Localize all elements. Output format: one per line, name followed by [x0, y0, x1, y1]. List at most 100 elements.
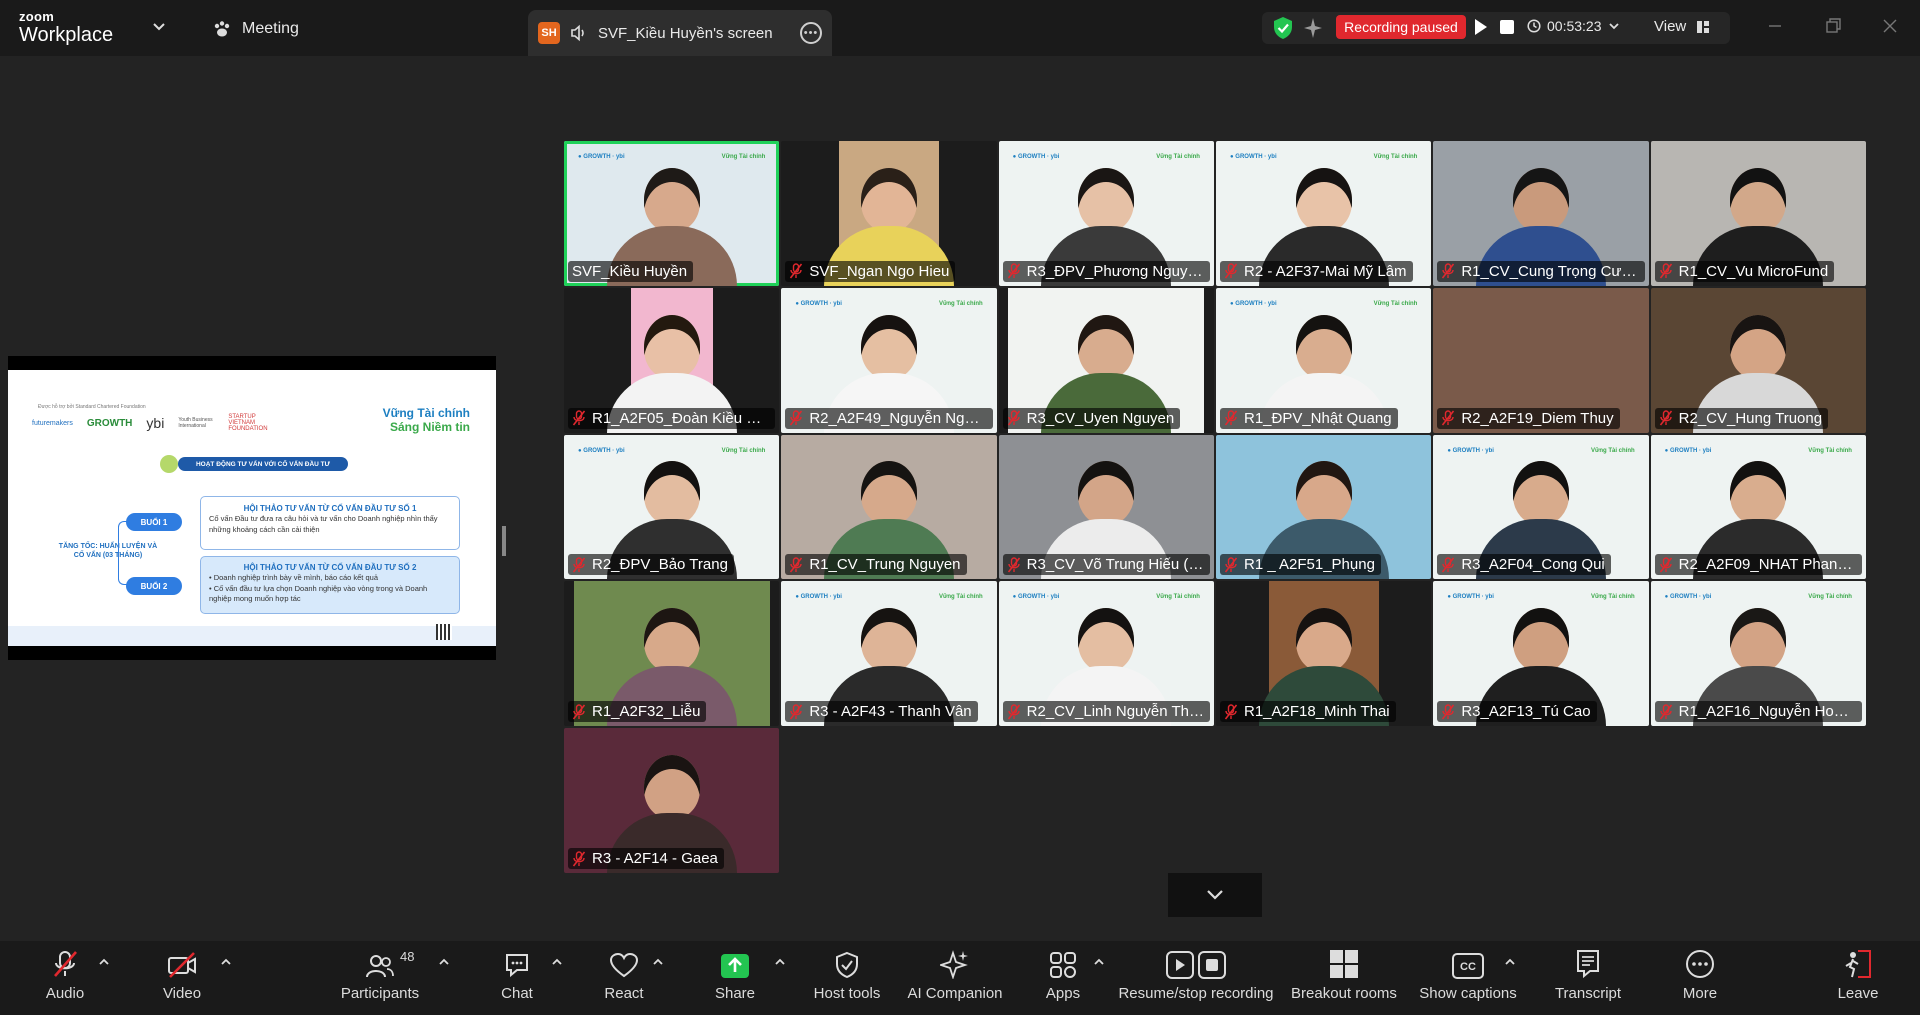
chat-button[interactable]: Chat	[498, 941, 536, 1015]
muted-microphone-icon	[790, 410, 803, 426]
shared-screen-view[interactable]: Được hỗ trợ bởi Standard Chartered Found…	[8, 356, 496, 660]
apps-options-caret-icon[interactable]	[1093, 957, 1105, 967]
participant-tile[interactable]: ● GROWTH · ybi Vững Tài chính SVF_Kiều Huy…	[564, 141, 780, 286]
virtual-background-logos: ● GROWTH · ybi Vững Tài chính	[795, 594, 983, 601]
ai-companion-button[interactable]: AI Companion	[906, 941, 1004, 1015]
chevron-down-icon[interactable]	[1608, 20, 1620, 32]
muted-microphone-icon	[1007, 263, 1020, 279]
recording-status-badge[interactable]: Recording paused	[1336, 15, 1466, 39]
audio-button[interactable]: Audio	[40, 941, 90, 1015]
audio-options-caret-icon[interactable]	[98, 957, 110, 967]
participant-tile[interactable]: R1_A2F18_Minh Thai	[1215, 581, 1432, 727]
resume-recording-icon[interactable]	[1472, 16, 1490, 38]
participant-tile[interactable]: ● GROWTH · ybi Vững Tài chính R2_A2F49_Ngu…	[781, 287, 997, 433]
participant-tile[interactable]: ● GROWTH · ybi Vững Tài chính R2 - A2F37-M…	[1215, 141, 1432, 286]
participant-tile[interactable]: R1_CV_Vu MicroFund	[1650, 141, 1866, 286]
participant-tile[interactable]: R1_CV_Trung Nguyen	[781, 434, 997, 580]
react-button[interactable]: React	[602, 941, 646, 1015]
meeting-timer[interactable]: 00:53:23	[1527, 18, 1620, 34]
participant-tile[interactable]: R1_A2F32_Liễu	[564, 581, 780, 727]
participant-name: R3_A2F04_Cong Qui	[1461, 556, 1605, 574]
host-tools-button[interactable]: Host tools	[810, 941, 884, 1015]
shield-icon	[836, 951, 858, 979]
participant-name-tag: R3_CV_Võ Trung Hiếu (Harry)	[1002, 554, 1210, 576]
close-icon[interactable]	[1880, 16, 1900, 36]
show-captions-button[interactable]: CC Show captions	[1418, 941, 1518, 1015]
stop-recording-icon[interactable]	[1498, 18, 1516, 36]
zoom-workplace-logo[interactable]: zoom Workplace	[19, 10, 113, 45]
muted-microphone-icon	[1007, 557, 1020, 573]
breakout-rooms-button[interactable]: Breakout rooms	[1288, 941, 1400, 1015]
resume-stop-recording-button[interactable]: Resume/stop recording	[1116, 941, 1276, 1015]
ai-sparkle-icon[interactable]	[1302, 16, 1324, 40]
participants-options-caret-icon[interactable]	[438, 957, 450, 967]
paw-icon	[214, 21, 230, 37]
logo-ybi: ybi	[146, 415, 165, 431]
security-shield-icon[interactable]	[1272, 16, 1294, 40]
gallery-collapse-button[interactable]	[1168, 873, 1262, 917]
participant-tile[interactable]: SVF_Ngan Ngo Hieu	[781, 141, 997, 286]
virtual-background-logos: ● GROWTH · ybi Vững Tài chính	[795, 300, 983, 307]
logo-ybi-text: Youth Business International	[178, 417, 213, 429]
box2-item-2: • Cố vấn đầu tư lựa chọn Doanh nghiệp và…	[209, 583, 428, 604]
more-button[interactable]: More	[1680, 941, 1720, 1015]
participant-tile[interactable]: ● GROWTH · ybi Vững Tài chính R3_A2F13_Tú …	[1433, 581, 1649, 727]
box2-item-1: • Doanh nghiệp trình bày về mình, báo cá…	[209, 573, 378, 583]
participants-icon	[366, 955, 394, 978]
captions-options-caret-icon[interactable]	[1504, 957, 1516, 967]
share-options-caret-icon[interactable]	[774, 957, 786, 967]
meeting-menu[interactable]: Meeting	[212, 18, 299, 40]
participant-tile[interactable]: R3_CV_Uyen Nguyen	[998, 287, 1214, 433]
muted-microphone-icon	[1442, 263, 1455, 279]
transcript-button[interactable]: Transcript	[1552, 941, 1624, 1015]
participant-tile[interactable]: ● GROWTH · ybi Vững Tài chính R1_A2F16_Ngu…	[1650, 581, 1866, 727]
apps-button[interactable]: Apps	[1044, 941, 1082, 1015]
participant-tile[interactable]: R3 - A2F14 - Gaea	[564, 728, 780, 873]
participant-name: R3_ĐPV_Phương Nguyễn	[1026, 262, 1204, 280]
leave-button[interactable]: Leave	[1836, 941, 1880, 1015]
participant-tile[interactable]: ● GROWTH · ybi Vững Tài chính R2_CV_Linh N…	[998, 581, 1214, 727]
muted-microphone-icon	[790, 703, 803, 720]
participant-tile[interactable]: R1_CV_Cung Trọng Cường	[1433, 141, 1649, 286]
transcript-icon	[1577, 950, 1599, 979]
muted-microphone-icon	[790, 557, 803, 573]
participant-tile[interactable]: ● GROWTH · ybi Vững Tài chính R2_A2F09_NHA…	[1650, 434, 1866, 580]
participant-tile[interactable]: R2_A2F19_Diem Thuy	[1433, 287, 1649, 433]
virtual-background-logos: ● GROWTH · ybi Vững Tài chính	[1012, 594, 1200, 601]
ai-companion-icon	[940, 950, 968, 979]
participant-tile[interactable]: ● GROWTH · ybi Vững Tài chính R3 - A2F43 -…	[781, 581, 997, 727]
view-menu[interactable]: View	[1654, 18, 1710, 35]
participant-tile[interactable]: R1_A2F05_Đoàn Kiều Vân	[564, 287, 780, 433]
share-label: Share	[714, 985, 756, 1002]
more-options-icon[interactable]: •••	[800, 22, 822, 44]
participant-name-tag: R2_A2F09_NHAT Phan Dinh Lo...	[1654, 554, 1862, 576]
participant-name: R1_A2F16_Nguyễn Hoàng Việt ...	[1678, 703, 1856, 721]
chevron-down-icon[interactable]	[152, 20, 166, 34]
heading-bullet	[160, 455, 178, 473]
chat-options-caret-icon[interactable]	[551, 957, 563, 967]
participant-tile[interactable]: R1 _ A2F51_Phụng	[1215, 434, 1432, 580]
muted-microphone-icon	[1659, 703, 1672, 720]
slide-connector	[118, 521, 128, 585]
share-screen-tab[interactable]: SH SVF_Kiều Huyền's screen •••	[528, 10, 832, 56]
participant-tile[interactable]: R3_CV_Võ Trung Hiếu (Harry)	[998, 434, 1214, 580]
participant-tile[interactable]: R2_CV_Hung Truong	[1650, 287, 1866, 433]
slide-box-2: HỘI THẢO TƯ VẤN TỪ CỐ VẤN ĐẦU TƯ SỐ 2 • …	[200, 556, 460, 614]
restore-icon[interactable]	[1823, 16, 1843, 36]
minimize-icon[interactable]	[1765, 16, 1785, 36]
captions-icon: CC	[1452, 953, 1484, 979]
share-button[interactable]: Share	[712, 941, 758, 1015]
react-options-caret-icon[interactable]	[652, 957, 664, 967]
split-resize-handle[interactable]	[502, 526, 506, 556]
breakout-rooms-icon	[1330, 950, 1358, 978]
video-options-caret-icon[interactable]	[220, 957, 232, 967]
speaker-icon[interactable]	[570, 24, 588, 42]
video-button[interactable]: Video	[158, 941, 206, 1015]
participant-name-tag: R2_ĐPV_Bảo Trang	[568, 554, 734, 576]
participant-tile[interactable]: ● GROWTH · ybi Vững Tài chính R2_ĐPV_Bảo T…	[564, 434, 780, 580]
participant-tile[interactable]: ● GROWTH · ybi Vững Tài chính R3_A2F04_Con…	[1433, 434, 1649, 580]
participant-name-tag: R1_CV_Vu MicroFund	[1654, 260, 1835, 282]
participant-name: R2_A2F19_Diem Thuy	[1461, 409, 1614, 427]
participant-tile[interactable]: ● GROWTH · ybi Vững Tài chính R3_ĐPV_Phươn…	[998, 141, 1214, 286]
participant-tile[interactable]: ● GROWTH · ybi Vững Tài chính R1_ĐPV_Nhật …	[1215, 287, 1432, 433]
